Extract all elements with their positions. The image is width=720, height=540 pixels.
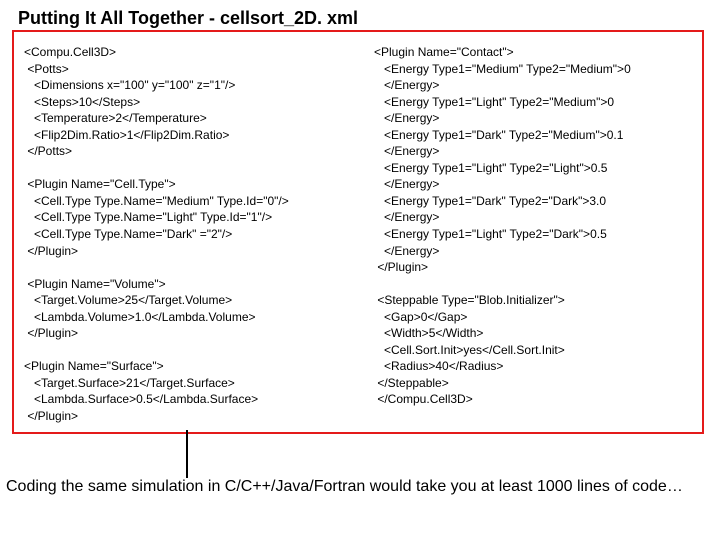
- code-box: <Compu.Cell3D> <Potts> <Dimensions x="10…: [12, 30, 704, 434]
- bottom-caption: Coding the same simulation in C/C++/Java…: [6, 478, 706, 496]
- slide-title: Putting It All Together - cellsort_2D. x…: [18, 8, 358, 29]
- vertical-line: [186, 430, 188, 478]
- xml-code-left: <Compu.Cell3D> <Potts> <Dimensions x="10…: [24, 44, 364, 425]
- xml-code-right: <Plugin Name="Contact"> <Energy Type1="M…: [374, 44, 694, 408]
